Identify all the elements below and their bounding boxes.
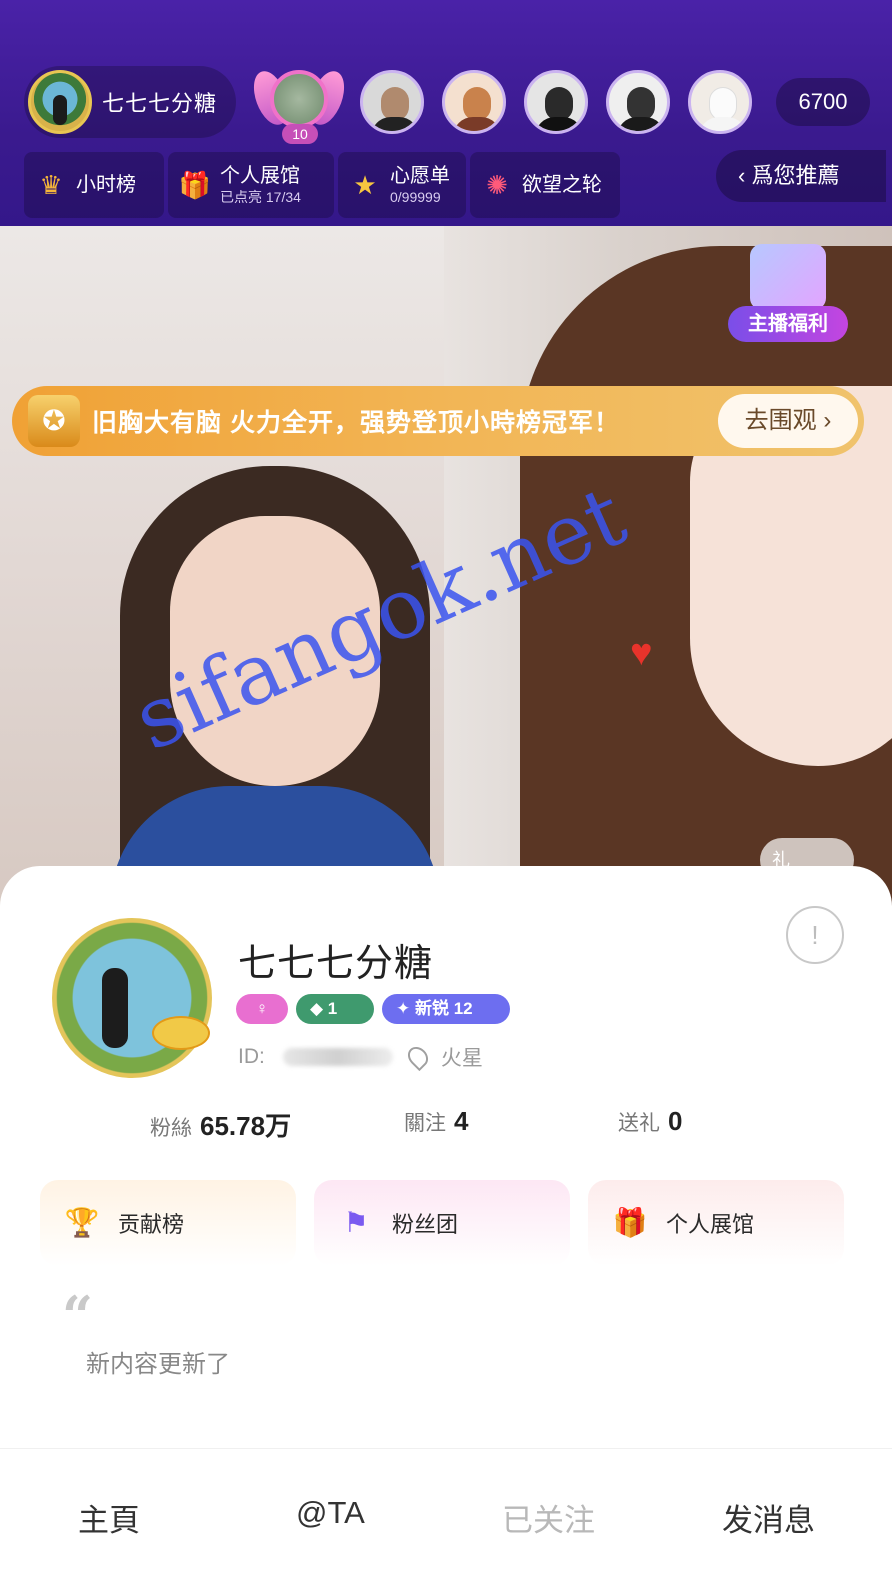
rank-badge: ✦ 新锐 12 [382,994,510,1024]
personal-gallery-button[interactable]: 🎁 个人展馆 [588,1180,844,1266]
bottom-action-bar: 主頁 @TA 已关注 发消息 [0,1448,892,1588]
banner-go-watch-button[interactable]: 去围观 › [718,394,858,448]
profile-stats: 粉絲 65.78万 關注 4 送礼 0 [0,1106,892,1146]
quick-link-label: 个人展馆 [666,1212,755,1237]
tool-hourly-rank[interactable]: ♛ 小时榜 [24,152,164,218]
avatar-decoration [152,1016,210,1050]
star-icon: ★ [353,169,377,200]
host-benefit-label: 主播福利 [728,306,848,342]
quick-link-label: 粉丝团 [392,1212,459,1237]
tool-label: 小时榜 [76,174,136,196]
profile-bio: 新内容更新了 [86,1351,230,1378]
gift-icon: 🎁 [612,1207,648,1238]
fan-club-button[interactable]: ⚑ 粉丝团 [314,1180,570,1266]
tool-wishlist[interactable]: ★ 心愿单 0/99999 [338,152,466,218]
id-value-blurred [282,1048,393,1066]
followed-button[interactable]: 已关注 [502,1495,595,1540]
gift-box-icon: 🎁 [178,169,212,200]
host-avatar[interactable] [28,70,92,134]
viewer-avatar[interactable] [442,70,506,134]
contribution-rank-button[interactable]: 🏆 贡献榜 [40,1180,296,1266]
top-fan-picture [270,70,328,128]
go-watch-label: 去围观 [744,407,817,434]
announcement-banner[interactable]: ✪ 旧胸大有脑 火力全开，强势登顶小時榜冠军！ 去围观 › [12,386,864,456]
host-benefit-badge[interactable]: 主播福利 [728,236,848,356]
avatar-figure [102,968,128,1048]
stat-following[interactable]: 關注 4 [404,1106,468,1137]
tool-personal-gallery[interactable]: 🎁 个人展馆 已点亮 17/34 [168,152,334,218]
profile-id-row: ID: 火星 [238,1042,483,1072]
tool-sub-label: 已点亮 17/34 [220,189,301,205]
profile-avatar[interactable] [52,918,212,1078]
stat-label: 粉絲 [150,1117,192,1140]
level-badge-text: 1 [327,999,338,1018]
tool-sub-label: 0/99999 [390,189,441,205]
recommend-label: 爲您推薦 [751,163,840,188]
female-icon: ♀ [236,994,288,1024]
stat-gifts-sent[interactable]: 送礼 0 [618,1106,682,1137]
flag-icon: ⚑ [343,1207,369,1238]
location-text: 火星 [440,1047,483,1070]
stat-value: 0 [668,1106,683,1136]
host-info-pill[interactable]: 七七七分糖 [24,66,236,138]
crown-icon: ♛ [39,169,63,200]
home-button[interactable]: 主頁 [78,1495,140,1540]
level-badge: ◆ 1 [296,994,374,1024]
viewer-avatar[interactable] [524,70,588,134]
host-name: 七七七分糖 [102,91,218,116]
quick-link-label: 贡献榜 [118,1212,185,1237]
recommend-button[interactable]: ‹ 爲您推薦 [716,150,886,202]
heart-icon: ♥ [630,632,653,674]
tool-label: 个人展馆 [220,165,300,187]
banner-text: 旧胸大有脑 火力全开，强势登顶小時榜冠军！ [92,409,620,437]
viewer-avatar[interactable] [688,70,752,134]
quote-mark-icon: “ [62,1284,94,1348]
stat-fans[interactable]: 粉絲 65.78万 [150,1106,291,1143]
viewer-avatar[interactable] [360,70,424,134]
chevron-left-icon: ‹ [738,163,752,188]
live-top-bar: 七七七分糖 10 6700 ♛ 小时榜 🎁 个人展馆 已点亮 17/34 ★ 心… [0,0,892,226]
viewer-count[interactable]: 6700 [776,78,870,126]
profile-name: 七七七分糖 [238,943,434,985]
top-fan-level-badge: 10 [282,124,318,144]
profile-badges: ♀ ◆ 1 ✦ 新锐 12 [236,994,510,1024]
stat-value: 4 [454,1106,469,1136]
top-fan-avatar[interactable]: 10 [247,60,351,146]
wheel-icon: ✺ [486,169,508,200]
tool-desire-wheel[interactable]: ✺ 欲望之轮 [470,152,620,218]
id-label: ID: [238,1045,265,1068]
mention-button[interactable]: @TA [296,1495,365,1531]
stat-value: 65.78万 [200,1111,292,1141]
trophy-icon: 🏆 [64,1207,100,1238]
viewer-avatar[interactable] [606,70,670,134]
medal-icon: ✪ [28,395,80,447]
send-message-button[interactable]: 发消息 [722,1495,815,1540]
location-pin-icon [403,1042,432,1072]
tool-label: 欲望之轮 [522,174,602,196]
stat-label: 送礼 [618,1112,660,1135]
stat-label: 關注 [404,1112,446,1135]
gift-box-icon [750,244,826,310]
rank-badge-text: 新锐 12 [414,999,473,1018]
avatar-frame [52,918,212,1078]
report-icon[interactable]: ! [786,906,844,964]
tool-label: 心愿单 [390,165,450,187]
